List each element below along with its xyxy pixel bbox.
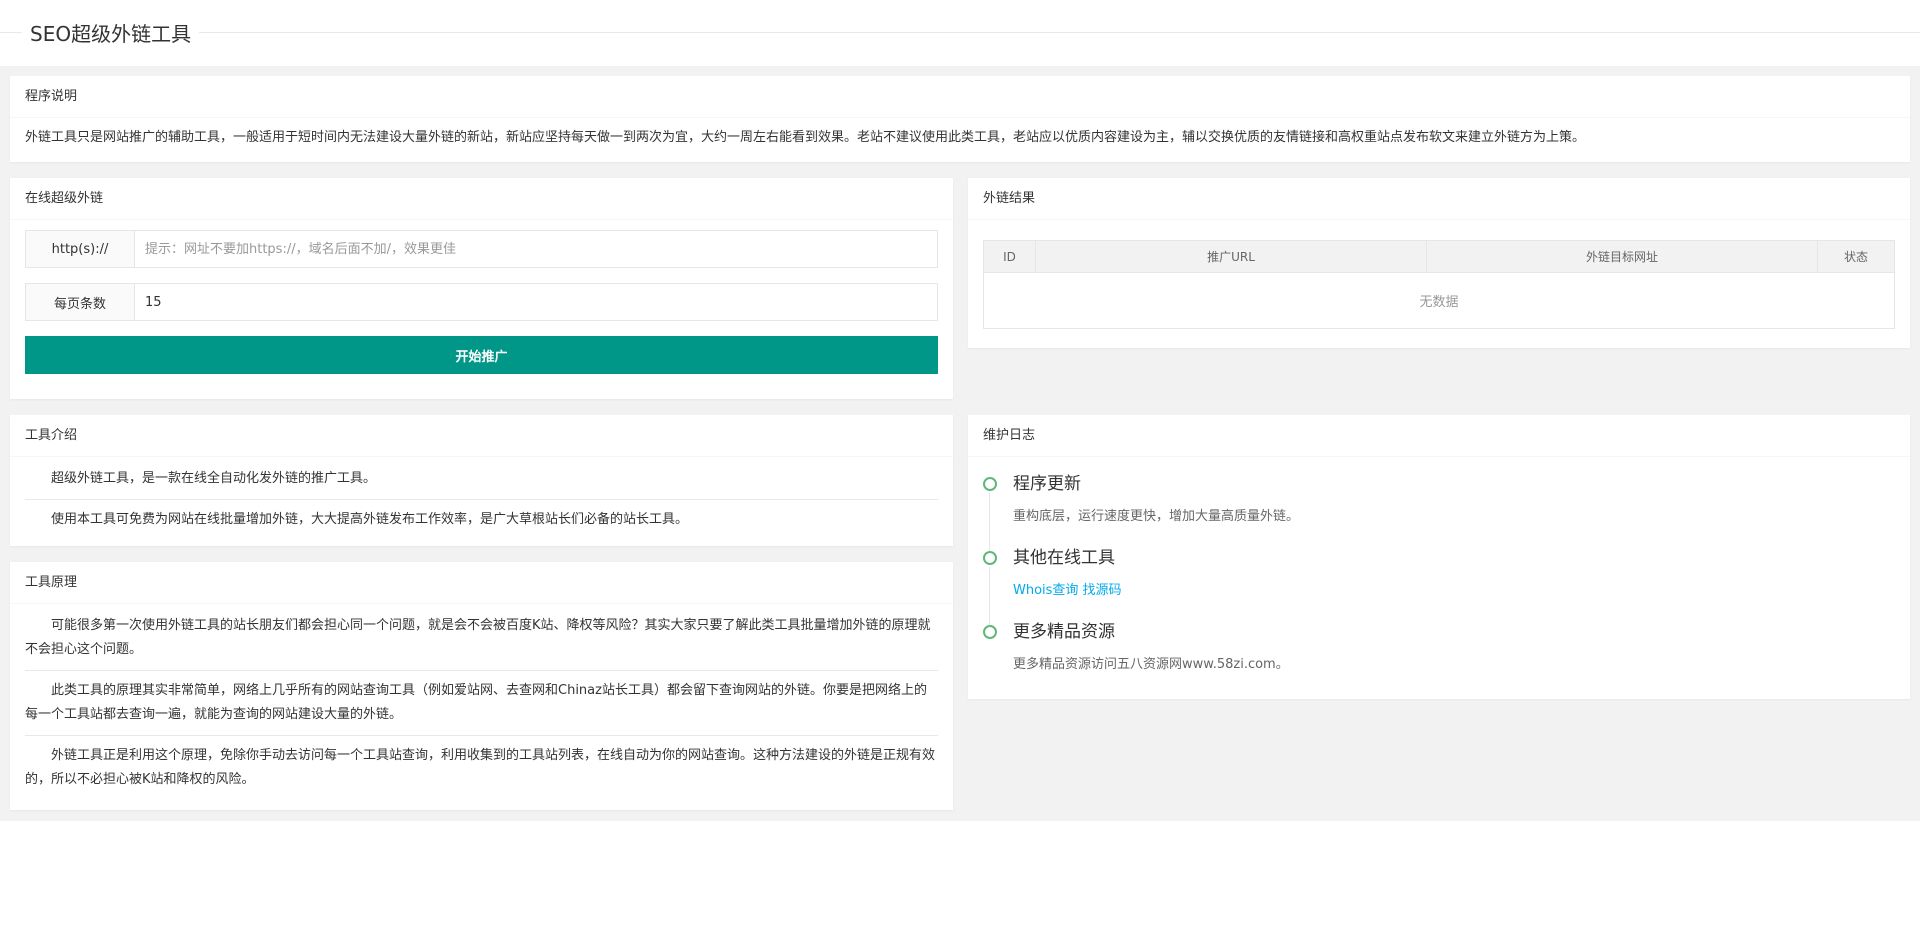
- program-description-text: 外链工具只是网站推广的辅助工具，一般适用于短时间内无法建设大量外链的新站，新站应…: [25, 130, 1586, 145]
- title-divider: [0, 32, 1920, 33]
- find-source-link[interactable]: 找源码: [1082, 583, 1121, 598]
- program-description-header: 程序说明: [10, 76, 1910, 118]
- timeline-item-title: 其他在线工具: [1013, 548, 1115, 568]
- whois-link[interactable]: Whois查询: [1013, 583, 1078, 598]
- intro-paragraph: 超级外链工具，是一款在线全自动化发外链的推广工具。: [25, 459, 938, 500]
- online-link-form-card: 在线超级外链 http(s):// 每页条数 开始推广: [10, 178, 953, 399]
- timeline-item: 其他在线工具 Whois查询 找源码: [983, 547, 1895, 625]
- column-header-promo-url[interactable]: 推广URL: [1035, 240, 1427, 273]
- maintenance-log-card: 维护日志 程序更新 重构底层，运行速度更快，增加大量高质量外链。 其他在线工具 …: [968, 415, 1910, 699]
- start-promotion-button[interactable]: 开始推广: [25, 336, 938, 374]
- program-description-card: 程序说明 外链工具只是网站推广的辅助工具，一般适用于短时间内无法建设大量外链的新…: [10, 76, 1910, 162]
- result-table: ID 推广URL 外链目标网址 状态 无数据: [983, 240, 1895, 329]
- timeline: 程序更新 重构底层，运行速度更快，增加大量高质量外链。 其他在线工具 Whois…: [983, 467, 1895, 695]
- timeline-item-links: Whois查询 找源码: [1013, 579, 1895, 598]
- empty-state-text: 无数据: [983, 272, 1895, 329]
- intro-paragraph: 使用本工具可免费为网站在线批量增加外链，大大提高外链发布工作效率，是广大草根站长…: [51, 512, 689, 527]
- timeline-item: 更多精品资源 更多精品资源访问五八资源网www.58zi.com。: [983, 621, 1895, 695]
- timeline-dot-icon: [983, 477, 997, 491]
- per-page-label: 每页条数: [26, 284, 135, 320]
- online-link-form-header: 在线超级外链: [10, 178, 953, 220]
- principle-paragraph: 此类工具的原理其实非常简单，网络上几乎所有的网站查询工具（例如爱站网、去查网和C…: [25, 671, 938, 736]
- column-header-status[interactable]: 状态: [1817, 240, 1895, 273]
- tool-principle-card: 工具原理 可能很多第一次使用外链工具的站长朋友们都会担心同一个问题，就是会不会被…: [10, 562, 953, 810]
- page-title: SEO超级外链工具: [22, 18, 200, 47]
- timeline-item-title: 程序更新: [1013, 474, 1081, 494]
- per-page-input-row: 每页条数: [25, 283, 938, 321]
- timeline-dot-icon: [983, 551, 997, 565]
- result-table-header-row: ID 推广URL 外链目标网址 状态: [983, 240, 1895, 273]
- link-result-card: 外链结果 ID 推广URL 外链目标网址 状态 无数据: [968, 178, 1910, 348]
- url-protocol-label: http(s)://: [26, 231, 135, 267]
- column-header-target-url[interactable]: 外链目标网址: [1426, 240, 1818, 273]
- timeline-item-title: 更多精品资源: [1013, 622, 1115, 642]
- timeline-item-text: 重构底层，运行速度更快，增加大量高质量外链。: [1013, 509, 1300, 524]
- link-result-header: 外链结果: [968, 178, 1910, 220]
- timeline-item-text: 更多精品资源访问五八资源网www.58zi.com。: [1013, 657, 1289, 672]
- principle-paragraph: 可能很多第一次使用外链工具的站长朋友们都会担心同一个问题，就是会不会被百度K站、…: [25, 606, 938, 671]
- per-page-input[interactable]: [135, 284, 937, 320]
- table-row: 无数据: [983, 272, 1895, 329]
- timeline-connector: [989, 493, 990, 551]
- url-input-row: http(s)://: [25, 230, 938, 268]
- url-input[interactable]: [135, 231, 937, 267]
- timeline-item: 程序更新 重构底层，运行速度更快，增加大量高质量外链。: [983, 473, 1895, 551]
- tool-intro-card: 工具介绍 超级外链工具，是一款在线全自动化发外链的推广工具。 使用本工具可免费为…: [10, 415, 953, 546]
- timeline-dot-icon: [983, 625, 997, 639]
- timeline-connector: [989, 567, 990, 625]
- principle-paragraph: 外链工具正是利用这个原理，免除你手动去访问每一个工具站查询，利用收集到的工具站列…: [25, 748, 936, 787]
- column-header-id[interactable]: ID: [983, 240, 1036, 273]
- maintenance-log-header: 维护日志: [968, 415, 1910, 457]
- tool-intro-header: 工具介绍: [10, 415, 953, 457]
- page-title-bar: SEO超级外链工具: [0, 0, 1920, 66]
- tool-principle-header: 工具原理: [10, 562, 953, 604]
